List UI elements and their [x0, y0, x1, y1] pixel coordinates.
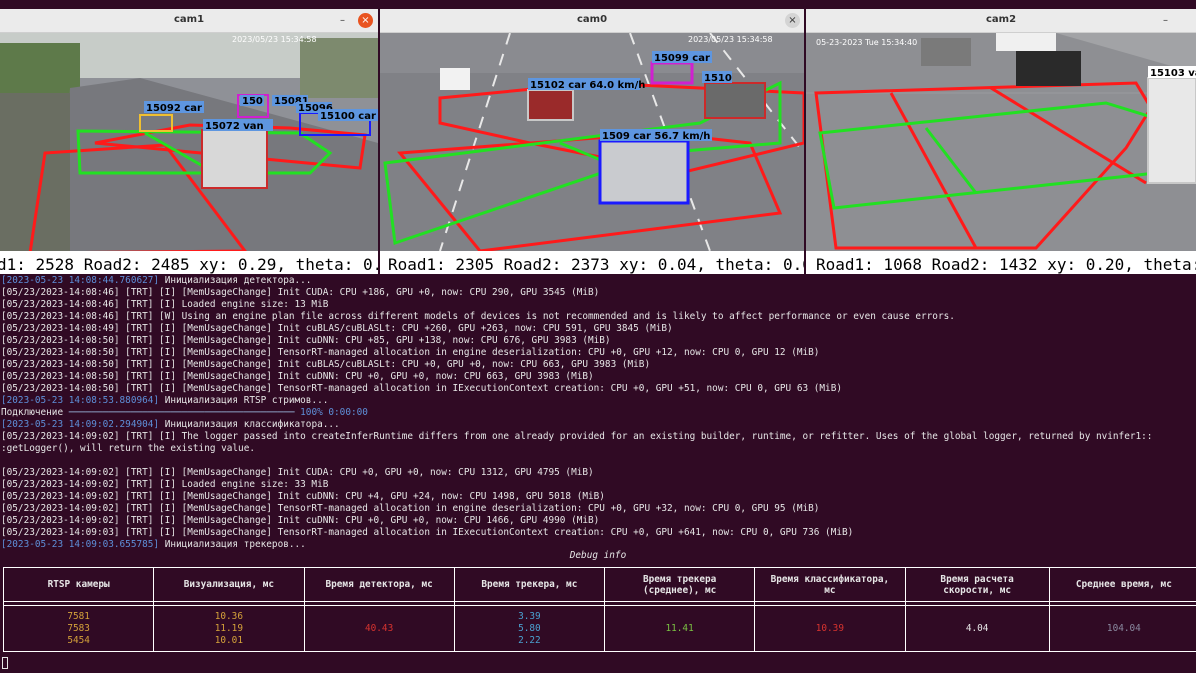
log-line: [05/23/2023-14:08:50] [TRT] [I] [MemUsag…: [1, 347, 820, 358]
log-line: :getLogger(), will return the existing v…: [1, 443, 255, 454]
log-line: [2023-05-23 14:08:53.880964] Инициализац…: [1, 395, 329, 406]
cam1-timestamp: 2023/05/23 15:34:58: [232, 35, 317, 44]
cam1-label-15072: 15072 van: [205, 121, 264, 132]
cam0-label-15099: 15099 car: [654, 53, 710, 64]
terminal-log[interactable]: [2023-05-23 14:08:44.760627] Инициализац…: [0, 275, 1196, 551]
cam2-label-15103: 15103 van: [1150, 68, 1196, 79]
detector-value: 40.43: [303, 605, 455, 652]
header-rtsp: RTSP камеры: [2, 567, 155, 602]
log-line: [05/23/2023-14:09:02] [TRT] [I] [MemUsag…: [1, 467, 594, 478]
cam1-label-15100: 15100 car: [320, 111, 376, 122]
cam1-video-feed: 15092 car 15072 van 15081 15096 15100 ca…: [0, 33, 378, 251]
log-line: [05/23/2023-14:09:02] [TRT] [I] [MemUsag…: [1, 515, 600, 526]
log-line: [05/23/2023-14:08:46] [TRT] [W] Using an…: [1, 311, 955, 322]
cam0-video-feed: 15102 car 64.0 km/h 15099 car 1509 car 5…: [380, 33, 804, 251]
log-line: [2023-05-23 14:09:02.294904] Инициализац…: [1, 419, 340, 430]
cam0-window[interactable]: cam0 × 15102 car 64.0 km/h 15099 car 150…: [380, 9, 804, 274]
log-line: [2023-05-23 14:08:44.760627] Инициализац…: [1, 275, 312, 286]
header-visual: Визуализация, мс: [153, 567, 305, 602]
cam1-title: cam1: [173, 14, 205, 25]
cam1-titlebar[interactable]: cam1 – ×: [0, 9, 378, 33]
log-line: [05/23/2023-14:09:02] [TRT] [I] Loaded e…: [1, 479, 329, 490]
debug-info-table: RTSP камеры Визуализация, мс Время детек…: [2, 567, 1196, 652]
log-line: Подключение ━━━━━━━━━━━━━━━━━━━━━━━━━━━━…: [1, 407, 368, 418]
speed-value: 4.04: [904, 605, 1050, 652]
header-tracker-avg: Время трекера (среднее), мс: [603, 567, 756, 602]
log-line: [05/23/2023-14:09:02] [TRT] [I] [MemUsag…: [1, 503, 820, 514]
minimize-icon[interactable]: –: [1158, 13, 1173, 28]
cam0-label-1509: 1509 car 56.7 km/h: [602, 131, 710, 142]
header-speed: Время расчета скорости, мс: [904, 567, 1050, 602]
close-icon[interactable]: ×: [358, 13, 373, 28]
tracker-values: 3.39 5.80 2.22: [453, 605, 606, 652]
header-average: Среднее время, мс: [1048, 567, 1196, 602]
tracker-avg-value: 11.41: [603, 605, 756, 652]
log-line: [05/23/2023-14:08:46] [TRT] [I] [MemUsag…: [1, 287, 600, 298]
cam0-timestamp: 2023/05/23 15:34:58: [688, 35, 773, 44]
cam1-label-15092: 15092 car: [146, 103, 202, 114]
log-line: [05/23/2023-14:08:50] [TRT] [I] [MemUsag…: [1, 335, 611, 346]
cam1-label-150: 150: [242, 96, 263, 107]
cam2-title: cam2: [985, 14, 1017, 25]
header-detector: Время детектора, мс: [303, 567, 455, 602]
cam0-titlebar[interactable]: cam0 ×: [380, 9, 804, 33]
debug-values-row: 7581 7583 5454 10.36 11.19 10.01 40.43 3.39 5…: [2, 605, 1196, 652]
log-line: [05/23/2023-14:08:50] [TRT] [I] [MemUsag…: [1, 359, 651, 370]
debug-header-row: RTSP камеры Визуализация, мс Время детек…: [2, 567, 1196, 602]
debug-info-title: Debug info: [569, 550, 627, 561]
cam0-road-info: Road1: 2305 Road2: 2373 xy: 0.04, theta:…: [388, 255, 804, 274]
log-line: [05/23/2023-14:08:49] [TRT] [I] [MemUsag…: [1, 323, 673, 334]
log-line: [05/23/2023-14:08:50] [TRT] [I] [MemUsag…: [1, 383, 842, 394]
cam1-road-info: d1: 2528 Road2: 2485 xy: 0.29, theta: 0.…: [0, 255, 378, 274]
log-line: [05/23/2023-14:09:02] [TRT] [I] The logg…: [1, 431, 1153, 442]
cam2-video-feed: 15103 van 05-23-2023 Tue 15:34:40: [806, 33, 1196, 251]
log-line: [05/23/2023-14:09:03] [TRT] [I] [MemUsag…: [1, 527, 854, 538]
progress-bar: ━━━━━━━━━━━━━━━━━━━━━━━━━━━━━━━━━━━━━━━━: [68, 407, 295, 418]
rtsp-values: 7581 7583 5454: [2, 605, 155, 652]
log-line: [05/23/2023-14:08:50] [TRT] [I] [MemUsag…: [1, 371, 594, 382]
log-line: [05/23/2023-14:08:46] [TRT] [I] Loaded e…: [1, 299, 329, 310]
cam2-road-info: Road1: 1068 Road2: 1432 xy: 0.20, theta:…: [816, 255, 1196, 274]
header-tracker: Время трекера, мс: [453, 567, 606, 602]
header-classifier: Время классификатора, мс: [754, 567, 906, 602]
close-icon[interactable]: ×: [785, 13, 800, 28]
minimize-icon[interactable]: –: [335, 13, 350, 28]
average-value: 104.04: [1048, 605, 1196, 652]
cam2-window[interactable]: cam2 – 15103 van 05-23-2023 Tue 15:34:40…: [806, 9, 1196, 274]
log-line: [05/23/2023-14:09:02] [TRT] [I] [MemUsag…: [1, 491, 605, 502]
visual-values: 10.36 11.19 10.01: [153, 605, 305, 652]
classifier-value: 10.39: [754, 605, 906, 652]
cam1-window[interactable]: cam1 – × 15092 car 15072 van 15081 15096…: [0, 9, 378, 274]
terminal-cursor: [2, 657, 8, 669]
cam2-timestamp: 05-23-2023 Tue 15:34:40: [816, 38, 917, 47]
cam0-label-15102: 15102 car 64.0 km/h: [530, 80, 645, 91]
cam0-title: cam0: [576, 14, 608, 25]
cam0-label-1510: 1510: [704, 73, 732, 84]
cam2-titlebar[interactable]: cam2 –: [806, 9, 1196, 33]
